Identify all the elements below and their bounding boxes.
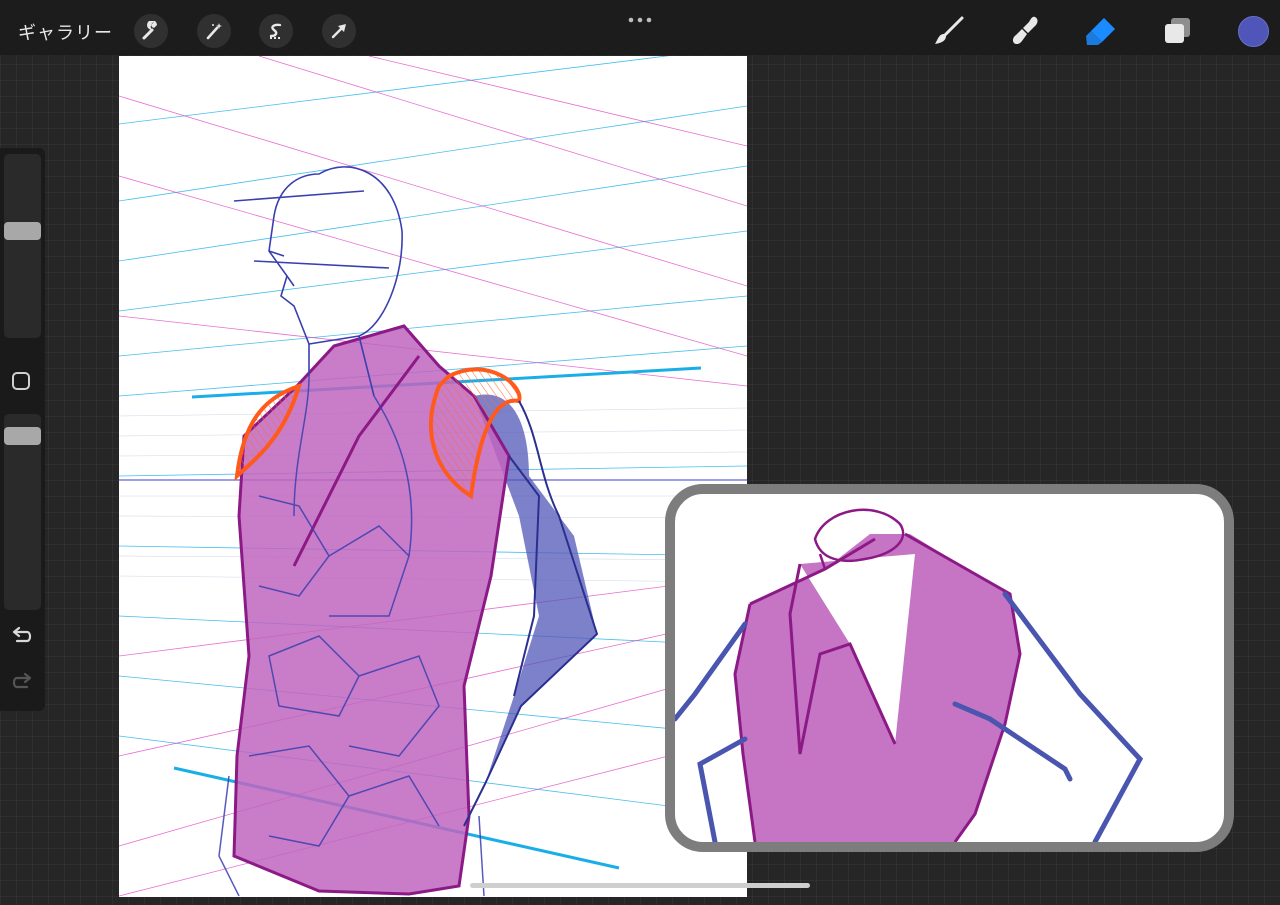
undo-icon[interactable] xyxy=(10,626,34,648)
brush-size-slider[interactable] xyxy=(4,154,41,338)
smudge-icon[interactable] xyxy=(1008,14,1042,48)
transform-button[interactable] xyxy=(322,14,356,48)
reference-vest-fill xyxy=(735,534,1020,842)
drawing-canvas[interactable] xyxy=(119,56,747,897)
magic-wand-icon xyxy=(206,23,222,40)
left-sidebar xyxy=(0,148,45,711)
reference-window[interactable] xyxy=(665,484,1234,852)
top-toolbar: ギャラリー xyxy=(0,0,1280,55)
transform-arrow-icon xyxy=(331,24,346,39)
wrench-icon xyxy=(142,21,157,40)
home-indicator xyxy=(470,883,810,888)
eraser-icon[interactable] xyxy=(1084,14,1118,48)
more-options-icon[interactable] xyxy=(626,12,654,28)
artwork xyxy=(119,56,747,897)
brush-icon[interactable] xyxy=(932,14,966,48)
modify-button[interactable] xyxy=(12,372,30,390)
selection-icon xyxy=(269,23,282,39)
brush-size-thumb[interactable] xyxy=(4,221,41,240)
opacity-thumb[interactable] xyxy=(4,426,41,445)
adjustments-button[interactable] xyxy=(197,14,231,48)
gallery-button[interactable]: ギャラリー xyxy=(18,19,113,45)
selection-button[interactable] xyxy=(259,14,293,48)
reference-arm-left xyxy=(675,621,748,842)
layers-icon[interactable] xyxy=(1160,14,1194,48)
actions-button[interactable] xyxy=(134,14,168,48)
redo-icon[interactable] xyxy=(10,672,34,694)
color-picker-swatch[interactable] xyxy=(1238,16,1269,47)
reference-image xyxy=(675,508,1144,842)
